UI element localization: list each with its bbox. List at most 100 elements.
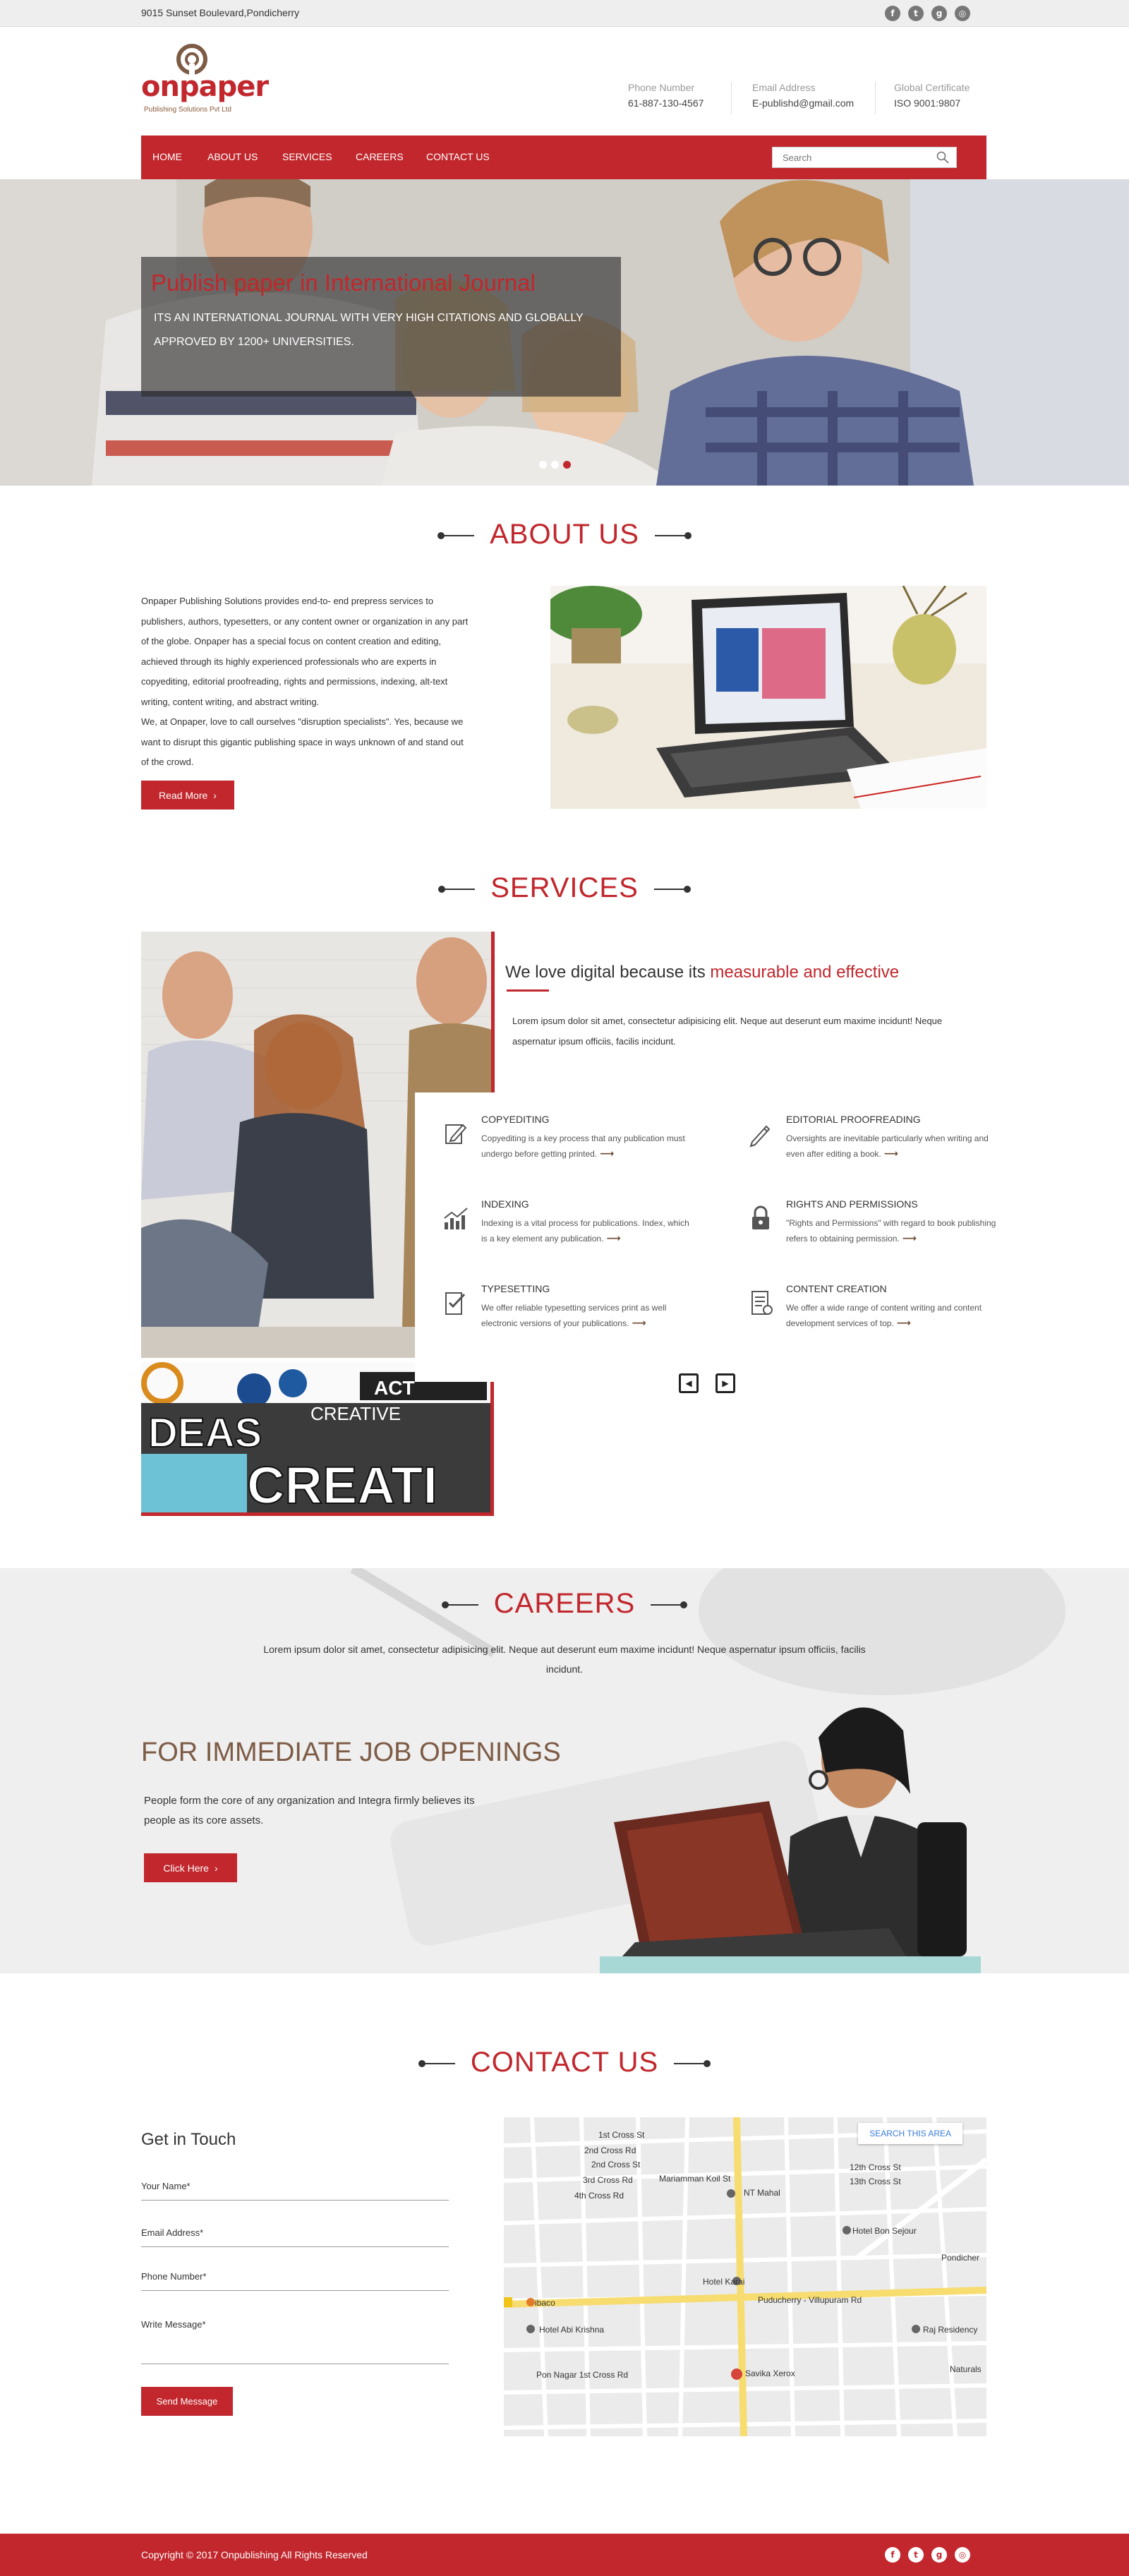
hero-heading: Publish paper in International Journal <box>151 270 536 296</box>
ideas-board-photo: ACT DEAS CREATIVE CREATI <box>141 1362 494 1516</box>
nav-home[interactable]: HOME <box>152 151 182 162</box>
twitter-icon[interactable]: t <box>908 2547 924 2563</box>
about-paragraph: We, at Onpaper, love to call ourselves "… <box>141 716 464 767</box>
service-title: EDITORIAL PROOFREADING <box>786 1114 921 1125</box>
copyright-text: Copyright © 2017 Onpublishing All Rights… <box>141 2549 368 2560</box>
slider-dots <box>539 461 571 469</box>
map-label: 1st Cross St <box>598 2130 645 2140</box>
support-woman-photo <box>600 1707 981 1973</box>
google-plus-icon[interactable]: g <box>931 6 947 21</box>
form-title: Get in Touch <box>141 2130 236 2149</box>
services-description: Lorem ipsum dolor sit amet, consectetur … <box>512 1016 943 1047</box>
service-title: COPYEDITING <box>481 1114 550 1125</box>
arrow-right-icon[interactable]: ⟶ <box>600 1146 614 1162</box>
map-label: Naturals <box>950 2364 982 2374</box>
service-editorial-proofreading: EDITORIAL PROOFREADING Oversights are in… <box>749 1114 998 1162</box>
title-line-right <box>651 1601 688 1609</box>
accent-bar <box>491 932 495 1093</box>
click-here-button[interactable]: Click Here › <box>144 1853 237 1882</box>
service-copyediting: COPYEDITING Copyediting is a key process… <box>445 1114 693 1162</box>
arrow-right-icon[interactable]: ⟶ <box>606 1231 620 1246</box>
title-line-left <box>437 532 475 540</box>
slider-dot-active[interactable] <box>563 461 571 469</box>
service-text-body: Indexing is a vital process for publicat… <box>481 1218 689 1244</box>
service-text-body: Copyediting is a key process that any pu… <box>481 1133 685 1159</box>
read-more-button[interactable]: Read More › <box>141 781 234 809</box>
about-section-title: ABOUT US <box>0 519 1129 550</box>
careers-heading: FOR IMMEDIATE JOB OPENINGS <box>141 1738 561 1767</box>
service-content-creation: CONTENT CREATION We offer a wide range o… <box>751 1283 998 1331</box>
google-plus-icon[interactable]: g <box>931 2547 947 2563</box>
slider-dot[interactable] <box>539 461 547 469</box>
careers-title-text: CAREERS <box>493 1588 636 1619</box>
certificate-info: Global Certificate ISO 9001:9807 <box>894 82 970 109</box>
chevron-right-icon: › <box>213 789 217 801</box>
logo-wordmark: onpaper <box>141 71 269 103</box>
site-header: onpaper Publishing Solutions Pvt Ltd Pho… <box>0 27 1129 136</box>
map-label: NT Mahal <box>744 2188 780 2198</box>
location-map[interactable]: SEARCH THIS AREA 1st Cross St 2nd Cross … <box>504 2117 986 2436</box>
name-field[interactable]: Your Name* <box>141 2181 449 2201</box>
email-value: E-publishd@gmail.com <box>752 97 855 109</box>
arrow-right-icon[interactable]: ⟶ <box>902 1231 917 1246</box>
instagram-icon[interactable]: ◎ <box>955 6 970 21</box>
service-text-body: We offer a wide range of content writing… <box>786 1303 982 1328</box>
map-label: 4th Cross Rd <box>574 2191 624 2201</box>
arrow-right-icon[interactable]: ⟶ <box>632 1316 646 1331</box>
email-field[interactable]: Email Address* <box>141 2227 449 2247</box>
nav-contact-us[interactable]: CONTACT US <box>426 151 490 162</box>
phone-label: Phone Number <box>628 82 695 93</box>
map-label: ibaco <box>535 2298 555 2308</box>
map-roads <box>504 2117 986 2436</box>
search-icon[interactable] <box>936 151 949 164</box>
services-heading: We love digital because its measurable a… <box>505 963 899 982</box>
title-line-left <box>438 886 476 893</box>
message-field[interactable]: Write Message* <box>141 2319 449 2364</box>
nav-services[interactable]: SERVICES <box>282 151 332 162</box>
certificate-value: ISO 9001:9807 <box>894 97 961 109</box>
logo[interactable]: onpaper Publishing Solutions Pvt Ltd <box>141 42 269 127</box>
services-section-title: SERVICES <box>0 872 1129 904</box>
divider <box>731 82 732 114</box>
about-title-text: ABOUT US <box>490 519 639 550</box>
service-text-body: "Rights and Permissions" with regard to … <box>786 1218 996 1244</box>
map-label: Raj Residency <box>923 2325 978 2335</box>
facebook-icon[interactable]: f <box>885 6 900 21</box>
nav-careers[interactable]: CAREERS <box>356 151 404 162</box>
twitter-icon[interactable]: t <box>908 6 924 21</box>
service-text: Indexing is a vital process for publicat… <box>481 1215 693 1246</box>
search-input[interactable] <box>773 148 928 167</box>
hero-caption: Publish paper in International Journal I… <box>141 257 621 397</box>
send-message-button[interactable]: Send Message <box>141 2387 233 2416</box>
careers-section: CAREERS Lorem ipsum dolor sit amet, cons… <box>0 1568 1129 1973</box>
document-icon <box>751 1291 773 1315</box>
instagram-icon[interactable]: ◎ <box>955 2547 970 2563</box>
title-line-left <box>441 1601 478 1609</box>
title-line-right <box>674 2060 711 2068</box>
arrow-right-icon[interactable]: ⟶ <box>884 1146 898 1162</box>
arrow-right-icon[interactable]: ⟶ <box>897 1316 911 1331</box>
site-footer: Copyright © 2017 Onpublishing All Rights… <box>0 2534 1129 2576</box>
slider-dot[interactable] <box>551 461 559 469</box>
contact-section-title: CONTACT US <box>0 2047 1129 2078</box>
top-social-links: f t g ◎ <box>885 6 970 21</box>
map-label: Savika Xerox <box>745 2369 795 2378</box>
service-title: INDEXING <box>481 1198 529 1210</box>
service-typesetting: TYPESETTING We offer reliable typesettin… <box>445 1283 693 1331</box>
service-text: We offer reliable typesetting services p… <box>481 1300 693 1331</box>
service-indexing: INDEXING Indexing is a vital process for… <box>444 1198 693 1246</box>
careers-intro: Lorem ipsum dolor sit amet, consectetur … <box>263 1644 866 1675</box>
search-this-area-button[interactable]: SEARCH THIS AREA <box>858 2123 962 2144</box>
search-box <box>772 147 957 168</box>
next-arrow-icon[interactable]: ▶ <box>716 1373 735 1393</box>
prev-arrow-icon[interactable]: ◀ <box>679 1373 699 1393</box>
phone-field[interactable]: Phone Number* <box>141 2271 449 2291</box>
heading-underline <box>507 989 549 992</box>
svg-text:ACT: ACT <box>374 1377 415 1399</box>
facebook-icon[interactable]: f <box>885 2547 900 2563</box>
email-info: Email Address E-publishd@gmail.com <box>752 82 854 109</box>
title-line-left <box>418 2060 455 2068</box>
click-here-label: Click Here <box>163 1862 209 1874</box>
nav-about-us[interactable]: ABOUT US <box>207 151 258 162</box>
chevron-right-icon: › <box>214 1862 218 1874</box>
